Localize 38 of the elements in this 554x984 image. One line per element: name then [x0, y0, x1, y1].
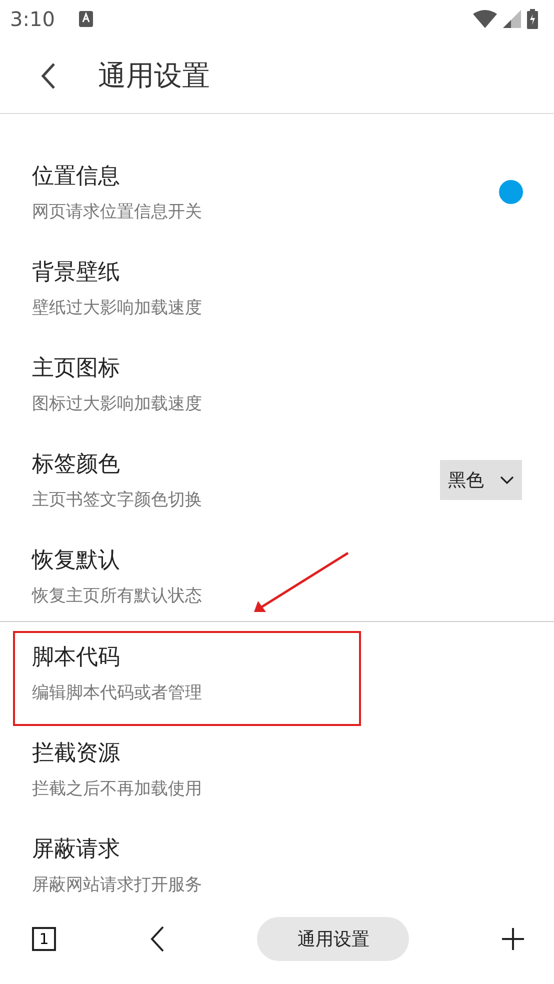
caret-icon — [500, 476, 514, 484]
setting-title: 屏蔽请求 — [32, 836, 121, 864]
setting-item[interactable]: 拦截资源 拦截之后不再加载使用 — [0, 721, 554, 817]
setting-description: 网页请求位置信息开关 — [32, 200, 203, 222]
keyboard-notification-icon — [78, 11, 93, 27]
back-icon[interactable] — [148, 925, 165, 953]
setting-description: 屏蔽网站请求打开服务 — [32, 874, 203, 896]
setting-description: 编辑脚本代码或者管理 — [32, 682, 203, 704]
wifi-icon — [473, 10, 497, 28]
setting-description: 图标过大影响加载速度 — [32, 392, 203, 414]
setting-title: 主页图标 — [32, 354, 121, 382]
setting-title: 拦截资源 — [32, 740, 121, 768]
setting-item[interactable]: 恢复默认 恢复主页所有默认状态 — [0, 528, 554, 624]
setting-description: 拦截之后不再加载使用 — [32, 778, 203, 800]
setting-title: 恢复默认 — [32, 546, 121, 574]
page-title: 通用设置 — [98, 58, 210, 94]
setting-description: 壁纸过大影响加载速度 — [32, 296, 203, 318]
tab-count-button[interactable]: 1 — [32, 927, 56, 951]
back-icon[interactable] — [40, 62, 56, 90]
setting-item[interactable]: 背景壁纸 壁纸过大影响加载速度 — [0, 240, 554, 336]
setting-title: 背景壁纸 — [32, 258, 121, 286]
toggle-dot[interactable] — [499, 180, 523, 204]
setting-description: 恢复主页所有默认状态 — [32, 584, 203, 606]
status-time: 3:10 — [10, 7, 55, 31]
setting-title: 标签颜色 — [32, 450, 121, 478]
address-bar[interactable]: 通用设置 — [257, 917, 410, 961]
plus-icon[interactable] — [502, 928, 524, 950]
setting-title: 脚本代码 — [32, 644, 121, 672]
setting-item[interactable]: 脚本代码 编辑脚本代码或者管理 — [0, 625, 554, 721]
setting-item[interactable]: 主页图标 图标过大影响加载速度 — [0, 336, 554, 432]
setting-title: 位置信息 — [32, 162, 121, 190]
setting-item[interactable]: 标签颜色 主页书签文字颜色切换 黑色 — [0, 432, 554, 528]
setting-item[interactable]: 屏蔽请求 屏蔽网站请求打开服务 — [0, 817, 554, 904]
signal-icon — [503, 10, 521, 28]
setting-description: 主页书签文字颜色切换 — [32, 488, 203, 510]
setting-item[interactable]: 位置信息 网页请求位置信息开关 — [0, 144, 554, 240]
battery-icon — [527, 9, 538, 29]
color-dropdown[interactable]: 黑色 — [440, 460, 522, 500]
